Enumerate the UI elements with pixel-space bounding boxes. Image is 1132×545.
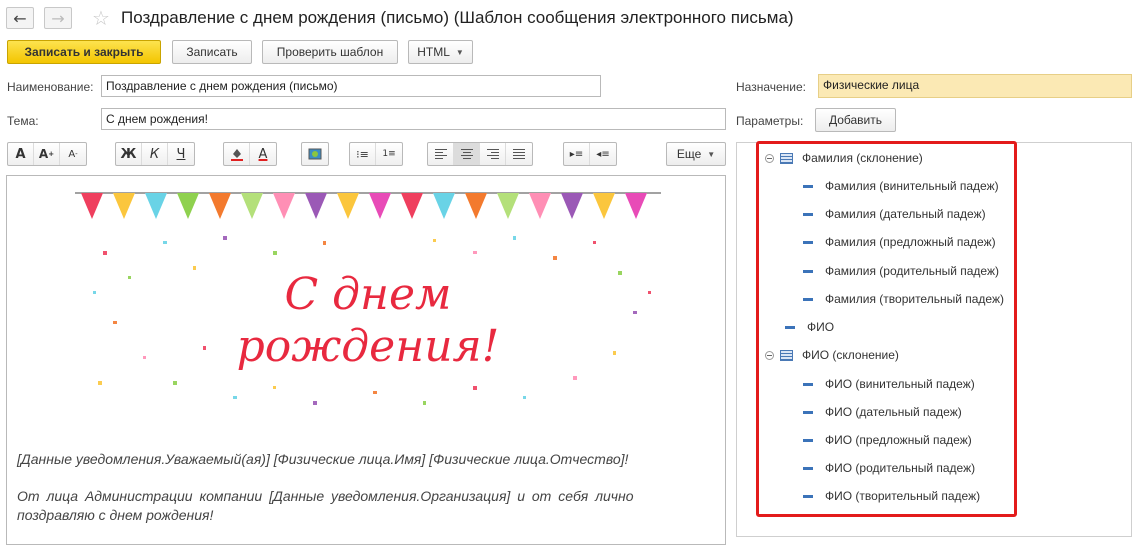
indent-decrease-icon: ◂≡ bbox=[596, 148, 610, 160]
numbered-list-button[interactable]: 1≡ bbox=[376, 143, 402, 165]
editor-line-greeting: [Данные уведомления.Уважаемый(ая)] [Физи… bbox=[17, 451, 629, 467]
name-field[interactable]: Поздравление с днем рождения (письмо) bbox=[101, 75, 601, 97]
highlight-frame bbox=[756, 141, 1017, 517]
editor-line-body-end: поздравляю с днем рождения! bbox=[17, 507, 214, 523]
arrow-left-icon: ← bbox=[13, 8, 27, 28]
color-group: A bbox=[223, 142, 277, 166]
window-title: Поздравление с днем рождения (письмо) (Ш… bbox=[121, 8, 794, 27]
chevron-down-icon: ▼ bbox=[455, 47, 464, 57]
indent-increase-icon: ▸≡ bbox=[569, 148, 584, 160]
favorite-star-icon[interactable]: ☆ bbox=[92, 6, 110, 30]
font-increase-label: A bbox=[38, 147, 49, 161]
bold-button[interactable]: Ж bbox=[116, 143, 142, 165]
more-button[interactable]: Еще ▼ bbox=[666, 142, 726, 166]
indent-decrease-button[interactable]: ◂≡ bbox=[590, 143, 616, 165]
forward-button[interactable]: → bbox=[44, 7, 72, 29]
image-group bbox=[301, 142, 329, 166]
align-group bbox=[427, 142, 533, 166]
align-left-button[interactable] bbox=[428, 143, 454, 165]
params-label: Параметры: bbox=[736, 114, 804, 128]
save-and-close-button[interactable]: Записать и закрыть bbox=[7, 40, 161, 64]
purpose-label: Назначение: bbox=[736, 80, 807, 94]
font-color-button[interactable]: A bbox=[250, 143, 276, 165]
italic-button[interactable]: К bbox=[142, 143, 168, 165]
align-center-button[interactable] bbox=[454, 143, 480, 165]
save-button[interactable]: Записать bbox=[172, 40, 252, 64]
align-center-icon bbox=[460, 149, 473, 159]
font-style-group: Ж К Ч bbox=[115, 142, 195, 166]
banner-text-line1: С днем bbox=[284, 269, 451, 320]
bullet-list-button[interactable]: ⁝≡ bbox=[350, 143, 376, 165]
editor-line-body: От лица Администрации компании [Данные у… bbox=[17, 488, 634, 504]
font-reset-button[interactable]: A bbox=[8, 143, 34, 165]
chevron-down-icon: ▼ bbox=[707, 149, 716, 159]
purpose-field[interactable]: Физические лица bbox=[818, 74, 1132, 98]
font-decrease-button[interactable]: A- bbox=[60, 143, 86, 165]
underline-button[interactable]: Ч bbox=[168, 143, 194, 165]
list-group: ⁝≡ 1≡ bbox=[349, 142, 403, 166]
check-template-button[interactable]: Проверить шаблон bbox=[262, 40, 398, 64]
paint-bucket-icon bbox=[230, 149, 243, 161]
format-label: HTML bbox=[417, 45, 450, 59]
insert-image-button[interactable] bbox=[302, 143, 328, 165]
background-color-button[interactable] bbox=[224, 143, 250, 165]
font-size-group: A A + A- bbox=[7, 142, 87, 166]
add-param-button[interactable]: Добавить bbox=[815, 108, 896, 132]
arrow-right-icon: → bbox=[51, 8, 65, 28]
image-icon bbox=[308, 148, 322, 160]
align-right-icon bbox=[486, 149, 499, 159]
align-justify-icon bbox=[513, 149, 525, 159]
banner-text-line2: рождения! bbox=[237, 321, 500, 372]
html-editor[interactable]: С днем рождения! [Данные уведомления.Ува… bbox=[6, 175, 726, 545]
format-dropdown[interactable]: HTML ▼ bbox=[408, 40, 473, 64]
font-increase-button[interactable]: A + bbox=[34, 143, 60, 165]
birthday-banner-image: С днем рождения! bbox=[75, 192, 661, 405]
align-right-button[interactable] bbox=[480, 143, 506, 165]
back-button[interactable]: ← bbox=[6, 7, 34, 29]
indent-increase-button[interactable]: ▸≡ bbox=[564, 143, 590, 165]
name-label: Наименование: bbox=[7, 80, 94, 94]
font-decrease-label: A bbox=[68, 148, 76, 160]
more-label: Еще bbox=[676, 147, 702, 161]
indent-group: ▸≡ ◂≡ bbox=[563, 142, 617, 166]
align-justify-button[interactable] bbox=[506, 143, 532, 165]
bunting-flags bbox=[81, 193, 647, 219]
subject-label: Тема: bbox=[7, 114, 39, 128]
bullet-list-icon: ⁝≡ bbox=[356, 147, 369, 161]
numbered-list-icon: 1≡ bbox=[382, 149, 396, 159]
align-left-icon bbox=[434, 149, 447, 159]
subject-field[interactable]: С днем рождения! bbox=[101, 108, 726, 130]
